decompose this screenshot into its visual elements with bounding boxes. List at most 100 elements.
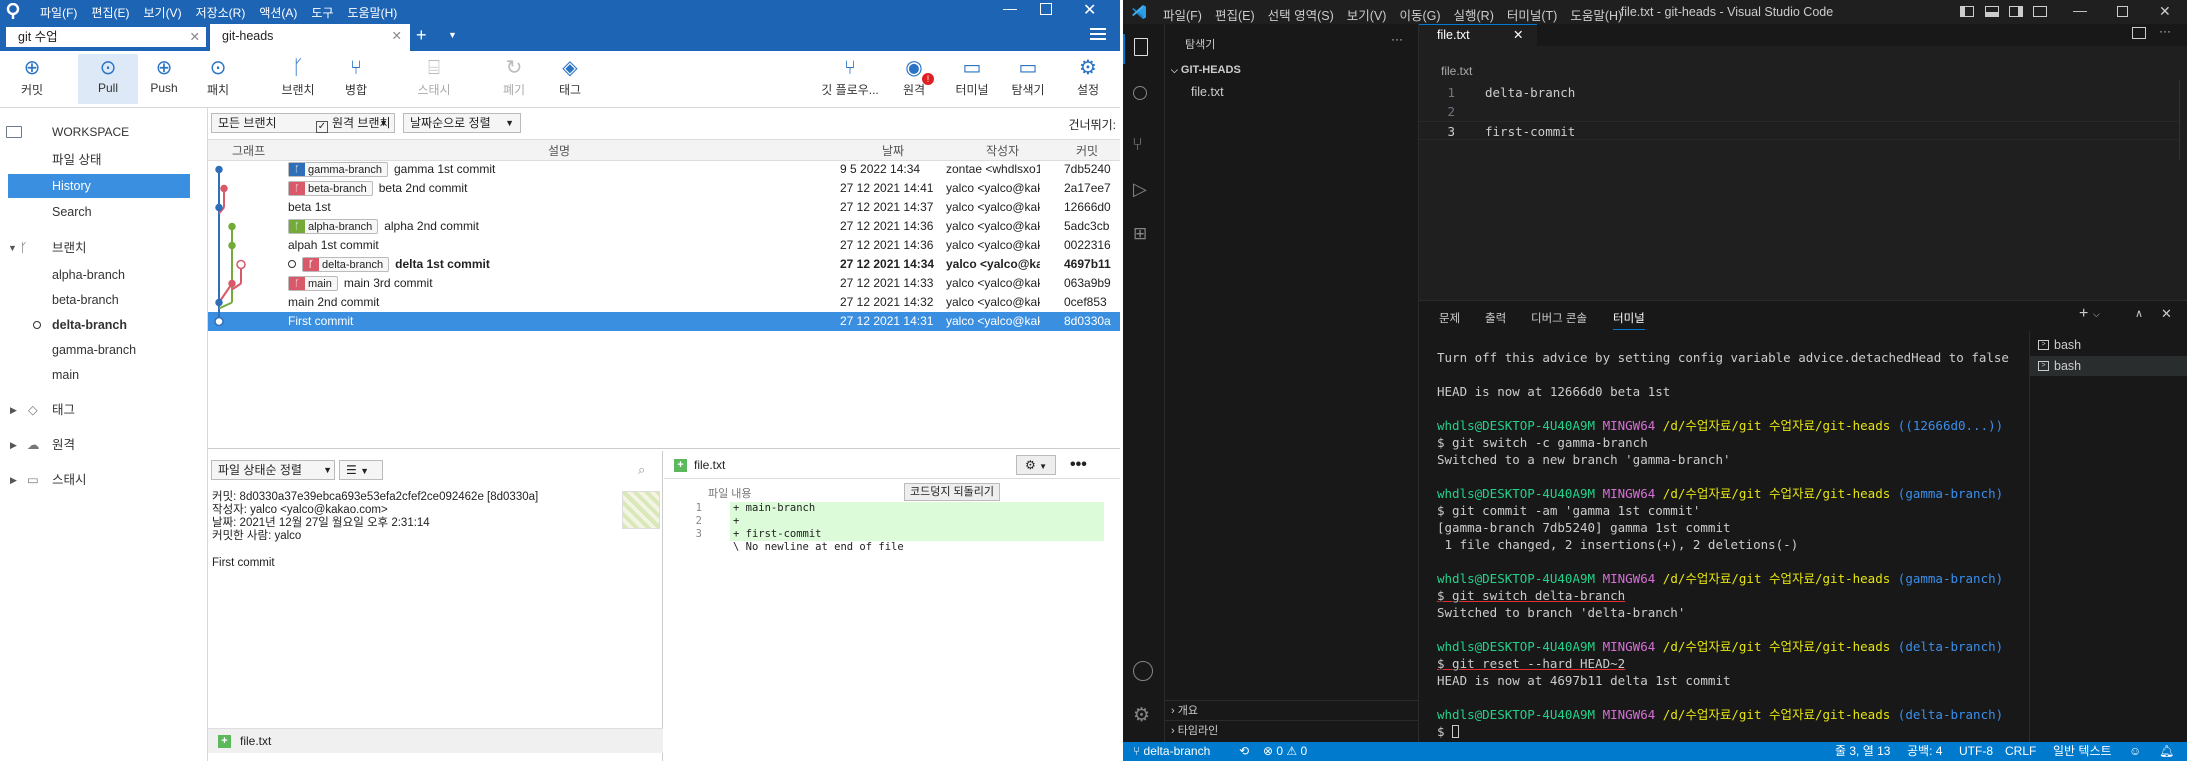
chevron-right-icon[interactable]: ▶	[10, 468, 17, 492]
chevron-down-icon[interactable]: ▼	[8, 236, 17, 260]
menu-file[interactable]: 파일(F)	[40, 6, 77, 20]
sidebar-branches[interactable]: ▼ ᚴ 브랜치	[0, 236, 208, 260]
indent-status[interactable]: 공백: 4	[1907, 742, 1942, 761]
commit-node[interactable]	[214, 316, 224, 327]
menu-repository[interactable]: 저장소(R)	[196, 6, 246, 20]
maximize-icon[interactable]	[1040, 3, 1052, 15]
commit-node[interactable]	[228, 241, 236, 250]
explorer-button[interactable]: ▭ 탐색기	[998, 57, 1058, 98]
menu-help[interactable]: 도움말(H)	[348, 6, 398, 20]
branch-tag[interactable]: ᚴ beta-branch	[288, 181, 373, 197]
chevron-down-icon[interactable]: ⌵	[2093, 309, 2100, 320]
terminal[interactable]: Turn off this advice by setting config v…	[1419, 331, 2029, 743]
add-tab-icon[interactable]: +	[416, 25, 427, 46]
code-line[interactable]: 2	[1419, 102, 2179, 121]
tab-git-heads[interactable]: git-heads ✕	[210, 24, 410, 51]
close-icon[interactable]: ✕	[1083, 0, 1096, 20]
list-view-dropdown[interactable]: ☰ ▼	[339, 460, 383, 480]
branch-tag[interactable]: ᚴ alpha-branch	[288, 219, 379, 235]
chevron-right-icon[interactable]: ▶	[10, 433, 17, 457]
vscode-menu-5[interactable]: 실행(R)	[1454, 9, 1494, 23]
minimize-icon[interactable]: —	[2073, 2, 2087, 18]
menu-edit[interactable]: 편집(E)	[91, 6, 129, 20]
more-icon[interactable]: •••	[1070, 451, 1087, 479]
commit-node[interactable]	[236, 259, 246, 270]
editor-tab-file[interactable]: file.txt ✕	[1419, 24, 1537, 46]
tab-problems[interactable]: 문제	[1439, 310, 1460, 326]
sidebar-tags[interactable]: ▶ ◇ 태그	[0, 398, 208, 422]
maximize-panel-icon[interactable]: ∧	[2135, 307, 2143, 320]
table-row[interactable]: alpah 1st commit 27 12 2021 14:36 yalco <y…	[208, 236, 1120, 255]
table-row[interactable]: ᚴ gamma-branch gamma 1st commit 9 5 2022 14…	[208, 160, 1120, 179]
sidebar-branch-delta[interactable]: delta-branch	[0, 313, 208, 337]
menu-view[interactable]: 보기(V)	[143, 6, 181, 20]
vscode-menu-3[interactable]: 보기(V)	[1347, 9, 1387, 23]
branch-tag[interactable]: ᚴ delta-branch	[302, 257, 390, 273]
encoding-status[interactable]: UTF-8	[1959, 742, 1993, 761]
sidebar-branch-alpha[interactable]: alpha-branch	[0, 263, 208, 287]
toggle-panel-icon[interactable]	[1985, 6, 1999, 17]
push-button[interactable]: ⊕ Push	[134, 57, 194, 95]
table-row[interactable]: beta 1st 27 12 2021 14:37 yalco <yalco@kak…	[208, 198, 1120, 217]
maximize-icon[interactable]	[2117, 6, 2128, 17]
tab-close-icon[interactable]: ✕	[392, 24, 402, 48]
commit-node[interactable]	[220, 184, 228, 193]
commit-button[interactable]: ⊕ 커밋	[2, 57, 62, 98]
sidebar-remote[interactable]: ▶ ☁ 원격	[0, 433, 208, 457]
vscode-menu-4[interactable]: 이동(G)	[1399, 9, 1440, 23]
remote-branch-checkbox[interactable]: ✓ 원격 브랜치	[316, 113, 391, 133]
tab-close-icon[interactable]: ✕	[190, 27, 200, 47]
remote-button[interactable]: ◉ 원격	[884, 57, 944, 98]
sidebar-item-search[interactable]: Search	[0, 200, 208, 224]
table-row[interactable]: ᚴ beta-branch beta 2nd commit 27 12 2021 14…	[208, 179, 1120, 198]
toggle-sidebar-icon[interactable]	[1960, 6, 1974, 17]
cursor-position[interactable]: 줄 3, 열 13	[1835, 742, 1890, 761]
branch-status[interactable]: ⑂ delta-branch	[1133, 742, 1210, 761]
sidebar-stash[interactable]: ▶ ▭ 스태시	[0, 468, 208, 492]
close-icon[interactable]: ✕	[2159, 3, 2171, 20]
folder-header[interactable]: ⌵ GIT-HEADS	[1171, 64, 1241, 76]
commit-node[interactable]	[228, 279, 236, 288]
pull-button[interactable]: ⊙ Pull	[78, 54, 138, 104]
branch-tag[interactable]: ᚴ main	[288, 276, 338, 292]
new-terminal-icon[interactable]: +	[2079, 305, 2088, 323]
discard-button[interactable]: ↻ 폐기	[484, 57, 544, 98]
chevron-right-icon[interactable]: ▶	[10, 398, 17, 422]
jump-label[interactable]: 건너뛰기:	[1069, 116, 1117, 133]
settings-gear-icon[interactable]: ⚙	[1133, 704, 1150, 727]
tab-git-class[interactable]: git 수업 ✕	[6, 27, 206, 47]
run-debug-icon[interactable]: ▷	[1133, 179, 1147, 200]
settings-button[interactable]: ⚙ 설정	[1058, 57, 1118, 98]
stash-button[interactable]: ⌸ 스태시	[404, 57, 464, 98]
menu-tools[interactable]: 도구	[311, 6, 333, 20]
sidebar-item-history[interactable]: History	[8, 174, 190, 198]
revert-hunk-button[interactable]: 코드덩지 되돌리기	[904, 483, 1001, 501]
branch-button[interactable]: ᚴ 브랜치	[268, 57, 328, 98]
sidebar-branch-gamma[interactable]: gamma-branch	[0, 338, 208, 362]
timeline-section[interactable]: › 타임라인	[1165, 720, 1419, 740]
vscode-menu-0[interactable]: 파일(F)	[1163, 9, 1202, 23]
terminal-item-bash[interactable]: > bash	[2030, 335, 2187, 355]
notifications-icon[interactable]: 🔔︎	[2159, 742, 2174, 761]
tab-debug-console[interactable]: 디버그 콘솔	[1531, 310, 1587, 326]
feedback-icon[interactable]: ☺	[2129, 742, 2141, 761]
language-status[interactable]: 일반 텍스트	[2053, 742, 2112, 761]
explorer-icon[interactable]	[1134, 38, 1148, 56]
source-control-icon[interactable]: ⑂	[1132, 134, 1143, 155]
col-description[interactable]: 설명	[548, 140, 570, 162]
close-tab-icon[interactable]: ✕	[1513, 25, 1523, 46]
sidebar-item-file-status[interactable]: 파일 상태	[0, 148, 208, 172]
table-row[interactable]: ᚴ alpha-branch alpha 2nd commit 27 12 2021 …	[208, 217, 1120, 236]
commit-node[interactable]	[228, 222, 236, 231]
sidebar-workspace[interactable]: WORKSPACE	[0, 120, 208, 144]
sidebar-branch-beta[interactable]: beta-branch	[0, 288, 208, 312]
chevron-down-icon[interactable]: ▼	[448, 30, 457, 40]
table-row[interactable]: ᚴ main main 3rd commit 27 12 2021 14:33 yalc…	[208, 274, 1120, 293]
code-line[interactable]: 3 first-commit	[1419, 121, 2179, 140]
code-line[interactable]: 1 delta-branch	[1419, 83, 2179, 102]
table-row[interactable]: First commit 27 12 2021 14:31 yalco <yalco…	[208, 312, 1120, 331]
commit-node[interactable]	[215, 298, 223, 307]
vscode-menu-6[interactable]: 터미널(T)	[1507, 9, 1557, 23]
file-status-sort-dropdown[interactable]: 파일 상태순 정렬 ▼	[211, 460, 335, 480]
search-icon[interactable]	[1133, 86, 1147, 100]
